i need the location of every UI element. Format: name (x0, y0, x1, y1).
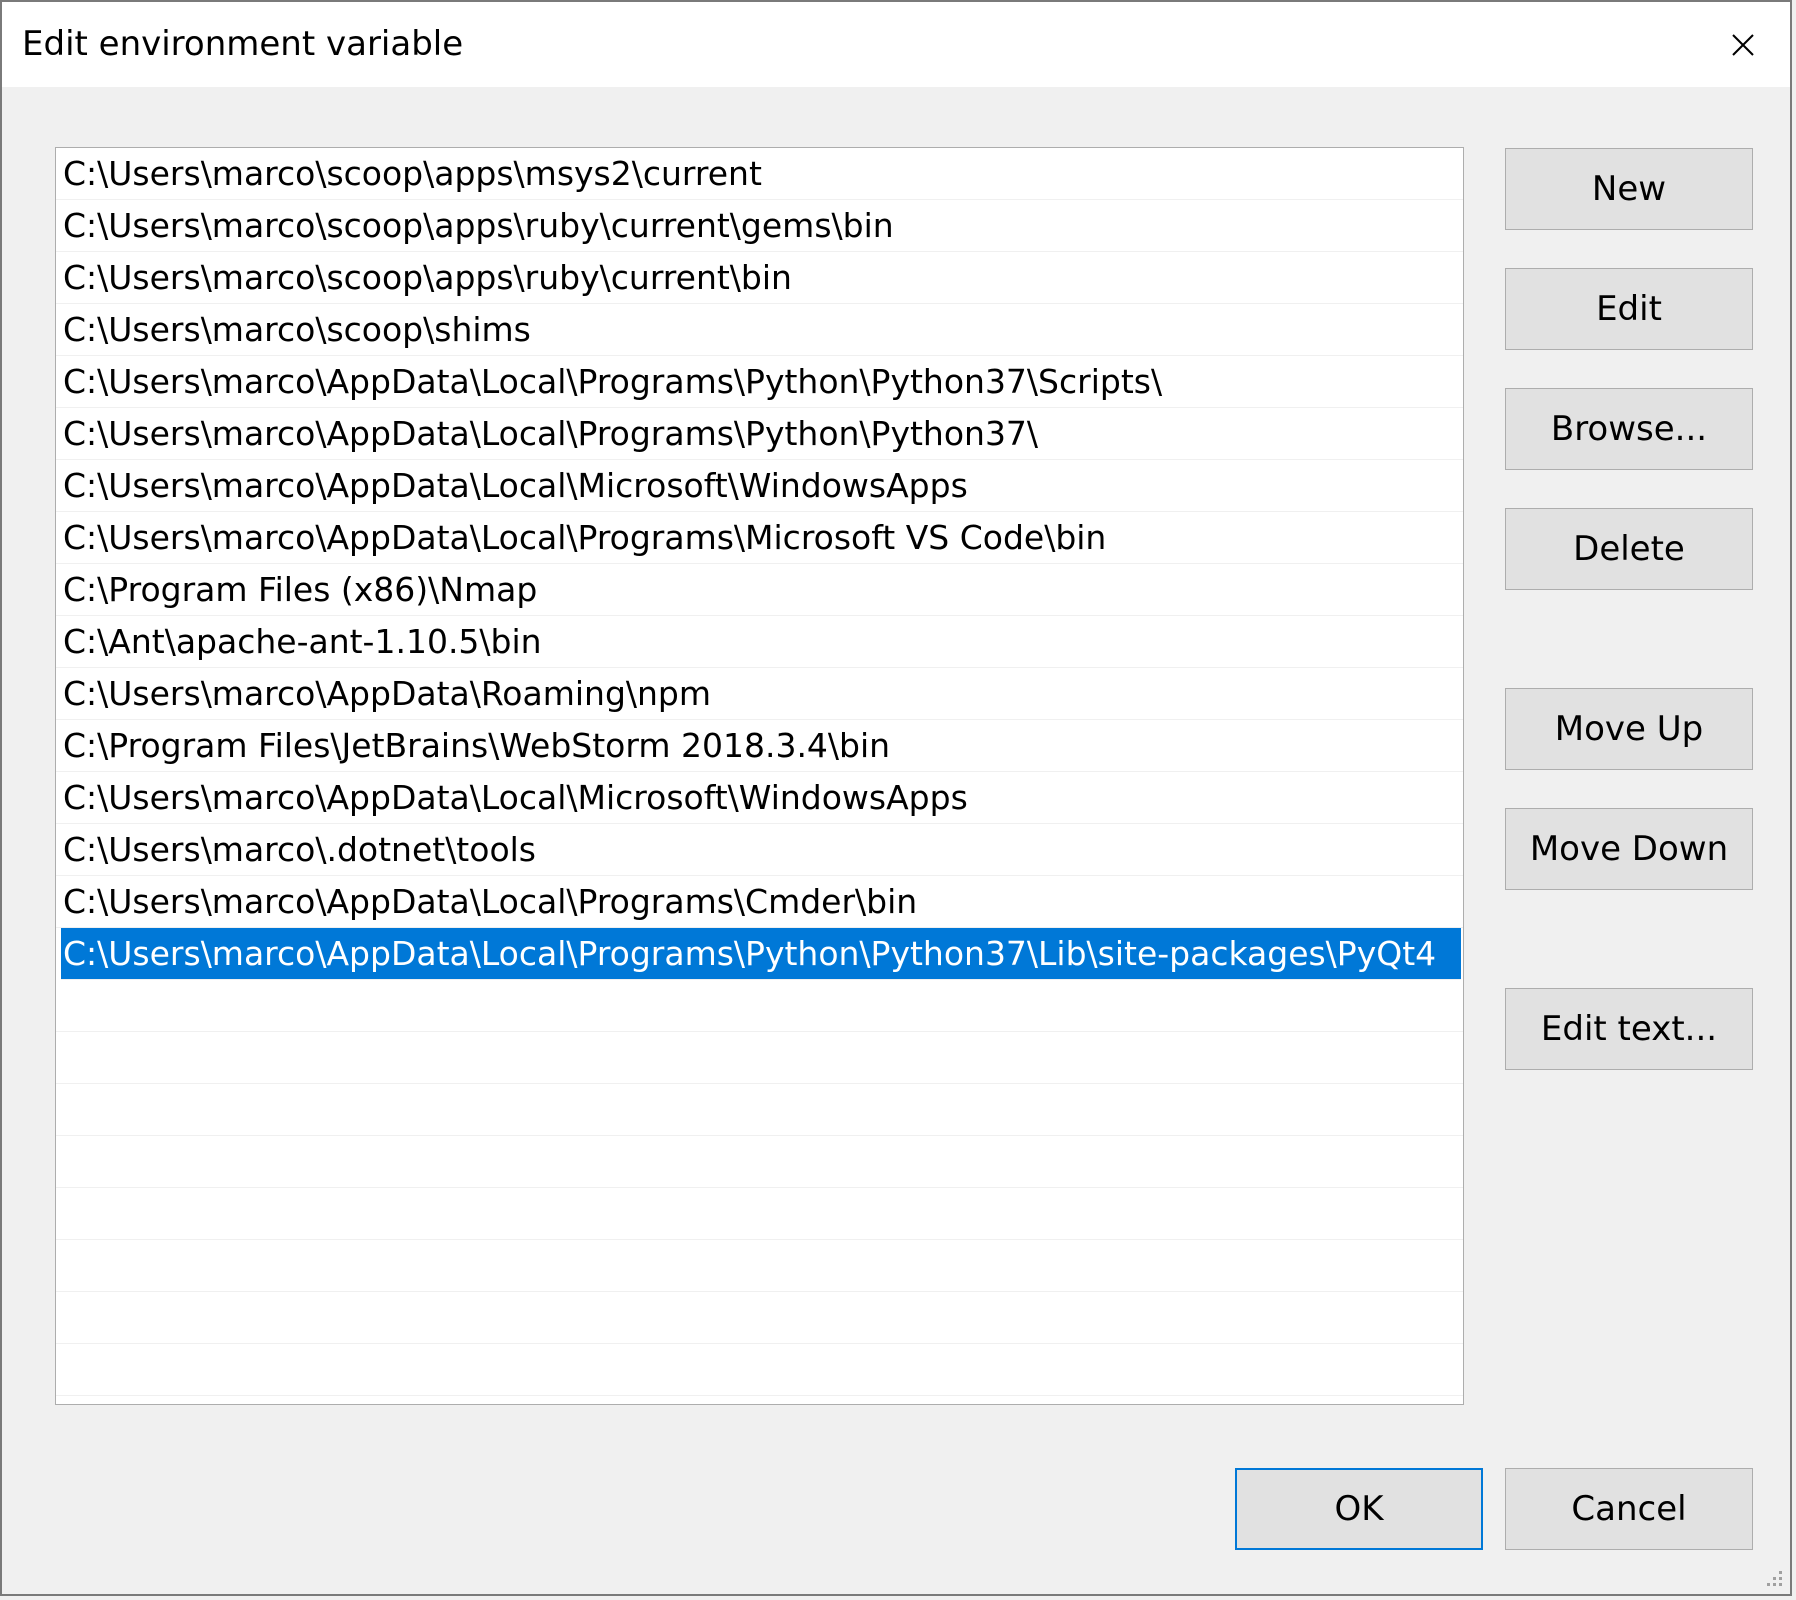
list-item[interactable]: C:\Users\marco\scoop\shims (56, 304, 1463, 356)
list-item[interactable]: C:\Users\marco\scoop\apps\msys2\current (56, 148, 1463, 200)
move-down-button[interactable]: Move Down (1505, 808, 1753, 890)
list-item-selected[interactable]: C:\Users\marco\AppData\Local\Programs\Py… (61, 928, 1461, 980)
path-list[interactable]: C:\Users\marco\scoop\apps\msys2\current C… (55, 147, 1464, 1405)
list-item[interactable]: C:\Users\marco\scoop\apps\ruby\current\b… (56, 252, 1463, 304)
list-item-empty[interactable] (56, 980, 1463, 1032)
new-button[interactable]: New (1505, 148, 1753, 230)
close-icon (1732, 33, 1754, 56)
list-item[interactable]: C:\Users\marco\AppData\Roaming\npm (56, 668, 1463, 720)
list-item[interactable]: C:\Program Files (x86)\Nmap (56, 564, 1463, 616)
list-item[interactable]: C:\Users\marco\AppData\Local\Programs\Cm… (56, 876, 1463, 928)
list-item[interactable]: C:\Users\marco\AppData\Local\Programs\Mi… (56, 512, 1463, 564)
list-item-empty[interactable] (56, 1032, 1463, 1084)
list-item[interactable]: C:\Users\marco\scoop\apps\ruby\current\g… (56, 200, 1463, 252)
list-item-empty[interactable] (56, 1084, 1463, 1136)
list-item-empty[interactable] (56, 1188, 1463, 1240)
list-item[interactable]: C:\Users\marco\AppData\Local\Microsoft\W… (56, 772, 1463, 824)
ok-button[interactable]: OK (1235, 1468, 1483, 1550)
list-item-empty[interactable] (56, 1240, 1463, 1292)
close-button[interactable] (1696, 2, 1790, 87)
list-item[interactable]: C:\Users\marco\AppData\Local\Programs\Py… (56, 408, 1463, 460)
resize-grip-icon[interactable] (1762, 1566, 1784, 1588)
list-item[interactable]: C:\Program Files\JetBrains\WebStorm 2018… (56, 720, 1463, 772)
edit-env-variable-dialog: Edit environment variable C:\Users\marco… (0, 0, 1792, 1596)
list-item[interactable]: C:\Ant\apache-ant-1.10.5\bin (56, 616, 1463, 668)
list-item-empty[interactable] (56, 1292, 1463, 1344)
title-bar: Edit environment variable (2, 2, 1790, 87)
move-up-button[interactable]: Move Up (1505, 688, 1753, 770)
list-item[interactable]: C:\Users\marco\AppData\Local\Programs\Py… (56, 356, 1463, 408)
list-item-empty[interactable] (56, 1344, 1463, 1396)
window-title: Edit environment variable (22, 24, 464, 64)
browse-button[interactable]: Browse... (1505, 388, 1753, 470)
delete-button[interactable]: Delete (1505, 508, 1753, 590)
edit-text-button[interactable]: Edit text... (1505, 988, 1753, 1070)
list-item-empty[interactable] (56, 1136, 1463, 1188)
list-item[interactable]: C:\Users\marco\.dotnet\tools (56, 824, 1463, 876)
cancel-button[interactable]: Cancel (1505, 1468, 1753, 1550)
list-item[interactable]: C:\Users\marco\AppData\Local\Microsoft\W… (56, 460, 1463, 512)
edit-button[interactable]: Edit (1505, 268, 1753, 350)
